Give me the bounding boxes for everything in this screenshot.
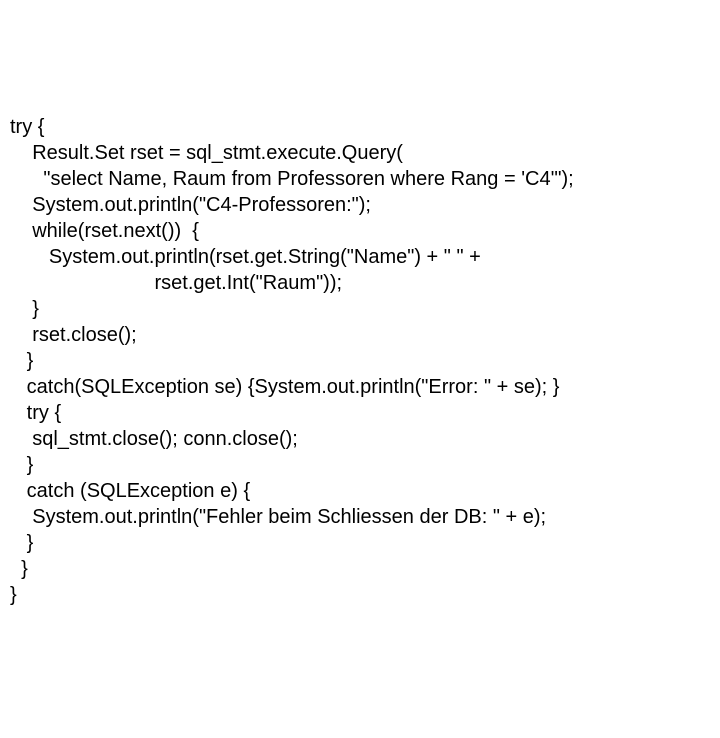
code-line: try { [10, 114, 710, 140]
code-line: } [10, 556, 710, 582]
code-line: } [10, 348, 710, 374]
code-line: System.out.println("C4-Professoren:"); [10, 192, 710, 218]
code-line: System.out.println(rset.get.String("Name… [10, 244, 710, 270]
code-line: while(rset.next()) { [10, 218, 710, 244]
code-line: } [10, 452, 710, 478]
code-line: System.out.println("Fehler beim Schliess… [10, 504, 710, 530]
code-line: catch (SQLException e) { [10, 478, 710, 504]
code-line: Result.Set rset = sql_stmt.execute.Query… [10, 140, 710, 166]
code-line: try { [10, 400, 710, 426]
code-line: "select Name, Raum from Professoren wher… [10, 166, 710, 192]
code-line: sql_stmt.close(); conn.close(); [10, 426, 710, 452]
code-line: } [10, 582, 710, 608]
code-line: rset.close(); [10, 322, 710, 348]
code-line: } [10, 530, 710, 556]
code-line: catch(SQLException se) {System.out.print… [10, 374, 710, 400]
code-line: rset.get.Int("Raum")); [10, 270, 710, 296]
code-line: } [10, 296, 710, 322]
